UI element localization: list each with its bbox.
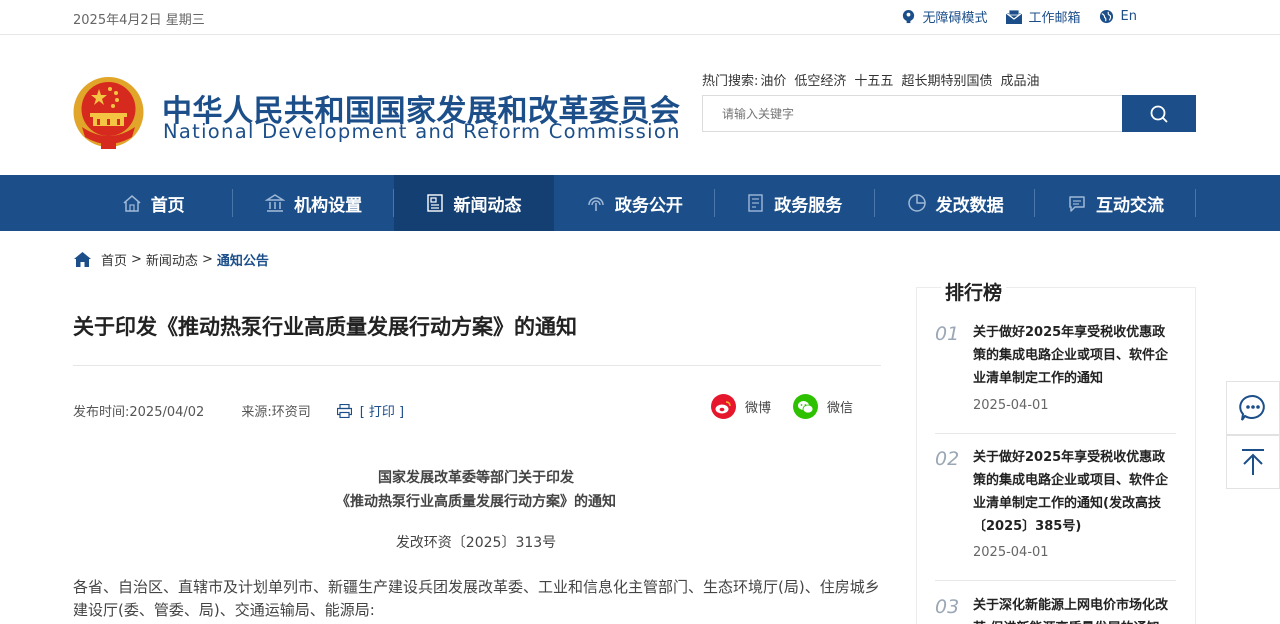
hot-search-item[interactable]: 超长期特别国债 [901,70,992,89]
article-title: 关于印发《推动热泵行业高质量发展行动方案》的通知 [73,315,577,339]
share-weibo-button[interactable]: 微博 [711,394,771,419]
divider [935,433,1176,434]
breadcrumb-separator: > [131,252,142,267]
nav-label: 发改数据 [935,195,1004,216]
accessibility-link[interactable]: 无障碍模式 [901,7,988,26]
document-body: 各省、自治区、直辖市及计划单列市、新疆生产建设兵团发展改革委、工业和信息化主管部… [73,578,880,619]
home-icon[interactable] [73,251,92,268]
rank-number: 01 [935,323,960,345]
language-label: En [1120,9,1137,24]
rank-title[interactable]: 关于做好2025年享受税收优惠政策的集成电路企业或项目、软件企业清单制定工作的通… [973,446,1178,538]
nav-label: 首页 [150,195,185,216]
broadcast-icon [588,197,604,211]
hot-search-item[interactable]: 十五五 [854,70,893,89]
nav-item-interaction[interactable]: 互动交流 [1035,175,1197,231]
nav-label: 互动交流 [1096,195,1165,216]
breadcrumb-current: 通知公告 [216,254,269,269]
search-icon [1150,105,1168,123]
back-to-top-button[interactable] [1226,435,1280,489]
nav-item-gov-affairs[interactable]: 政务公开 [554,175,715,231]
share-bar: 微博 微信 [711,394,853,419]
rank-title[interactable]: 关于做好2025年享受税收优惠政策的集成电路企业或项目、软件企业清单制定工作的通… [973,321,1178,390]
hot-search-item[interactable]: 油价 [760,70,786,89]
ranking-item[interactable]: 03 关于深化新能源上网电价市场化改革 促进新能源高质量发展的通知 [935,594,1176,624]
nav-item-home[interactable]: 首页 [73,175,234,231]
current-date: 2025年4月2日 星期三 [73,13,205,28]
breadcrumb-item[interactable]: 首页 [101,250,127,269]
article-source: 来源:环资司 [241,405,311,420]
floating-chat-button[interactable] [1226,381,1280,435]
news-icon [427,194,444,212]
site-header: 中华人民共和国国家发展和改革委员会 National Development a… [0,36,1280,175]
weibo-icon [711,394,736,419]
national-emblem-icon[interactable] [72,75,145,151]
ranking-panel: 排行榜 01 关于做好2025年享受税收优惠政策的集成电路企业或项目、软件企业清… [916,278,1196,624]
accessibility-label: 无障碍模式 [922,11,988,26]
search-input[interactable] [702,95,1122,132]
article-meta: 发布时间:2025/04/02 来源:环资司 [ 打印 ] [73,401,404,420]
mail-link[interactable]: 工作邮箱 [1005,7,1081,26]
nav-item-organization[interactable]: 机构设置 [233,175,395,231]
document-number: 发改环资〔2025〕313号 [395,535,557,551]
chat-icon [1069,196,1085,212]
hot-search: 热门搜索: 油价 低空经济 十五五 超长期特别国债 成品油 [702,70,1039,89]
breadcrumb-separator: > [201,252,213,267]
rank-date: 2025-04-01 [973,398,1049,413]
pie-chart-icon [907,194,926,212]
top-bar: 2025年4月2日 星期三 无障碍模式 工作邮箱 En [0,0,1280,35]
print-label: [ 打印 ] [359,405,405,420]
share-wechat-label: 微信 [827,401,854,416]
accessibility-icon [902,9,914,24]
document-heading-line: 《推动热泵行业高质量发展行动方案》的通知 [336,494,616,510]
search-box [702,95,1196,132]
nav-label: 政务公开 [614,195,683,216]
chat-bubble-icon [1239,394,1265,421]
nav-label: 政务服务 [774,195,843,216]
nav-label: 机构设置 [294,195,363,216]
publish-date: 发布时间:2025/04/02 [73,405,205,420]
rank-date: 2025-04-01 [973,545,1049,560]
printer-icon [336,403,352,418]
search-button[interactable] [1122,95,1196,132]
mail-label: 工作邮箱 [1028,11,1081,26]
main-nav: 首页 机构设置 新闻动态 政务公开 政务服务 发改数据 互动交流 [0,175,1280,231]
wechat-icon [793,394,819,419]
hot-search-label: 热门搜索: [702,74,759,89]
nav-item-data[interactable]: 发改数据 [875,175,1036,231]
top-links: 无障碍模式 工作邮箱 En [883,7,1137,26]
nav-item-gov-service[interactable]: 政务服务 [715,175,876,231]
site-title-en[interactable]: National Development and Reform Commissi… [163,120,681,143]
globe-icon [1099,9,1113,24]
nav-item-news[interactable]: 新闻动态 [393,175,555,231]
divider [935,580,1176,581]
language-link[interactable]: En [1099,9,1137,24]
document-heading: 国家发展改革委等部门关于印发 《推动热泵行业高质量发展行动方案》的通知 [73,466,879,514]
home-icon [123,195,141,212]
ranking-item[interactable]: 02 关于做好2025年享受税收优惠政策的集成电路企业或项目、软件企业清单制定工… [935,446,1176,576]
breadcrumb-item[interactable]: 新闻动态 [146,250,198,269]
nav-label: 新闻动态 [453,195,522,216]
arrow-up-icon [1242,449,1264,475]
share-wechat-button[interactable]: 微信 [793,394,853,419]
rank-number: 02 [935,448,960,470]
breadcrumb: 首页 > 新闻动态 > 通知公告 [73,250,269,269]
rank-number: 03 [935,596,960,618]
rank-title[interactable]: 关于深化新能源上网电价市场化改革 促进新能源高质量发展的通知 [973,594,1176,624]
share-weibo-label: 微博 [745,401,772,416]
divider [73,365,881,366]
hot-search-item[interactable]: 成品油 [1000,70,1039,89]
mail-icon [1005,9,1022,24]
document-heading-line: 国家发展改革委等部门关于印发 [378,470,574,486]
ranking-title: 排行榜 [941,278,1007,305]
document-icon [748,194,763,212]
print-button[interactable]: [ 打印 ] [336,401,405,420]
hot-search-item[interactable]: 低空经济 [794,70,846,89]
ranking-item[interactable]: 01 关于做好2025年享受税收优惠政策的集成电路企业或项目、软件企业清单制定工… [935,321,1176,431]
building-icon [265,194,286,212]
